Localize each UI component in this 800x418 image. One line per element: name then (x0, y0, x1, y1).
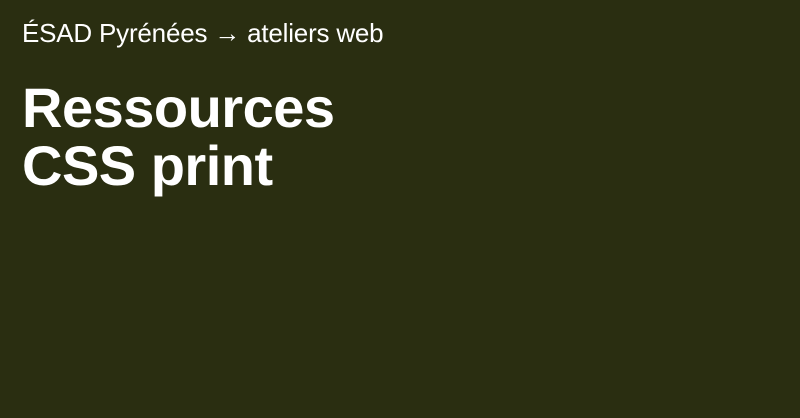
page-card: ÉSAD Pyrénées → ateliers web Ressources … (0, 0, 800, 418)
page-title: Ressources CSS print (22, 79, 778, 195)
page-title-line-1: Ressources (22, 76, 335, 139)
breadcrumb: ÉSAD Pyrénées → ateliers web (22, 18, 384, 48)
page-title-line-2: CSS print (22, 134, 273, 197)
